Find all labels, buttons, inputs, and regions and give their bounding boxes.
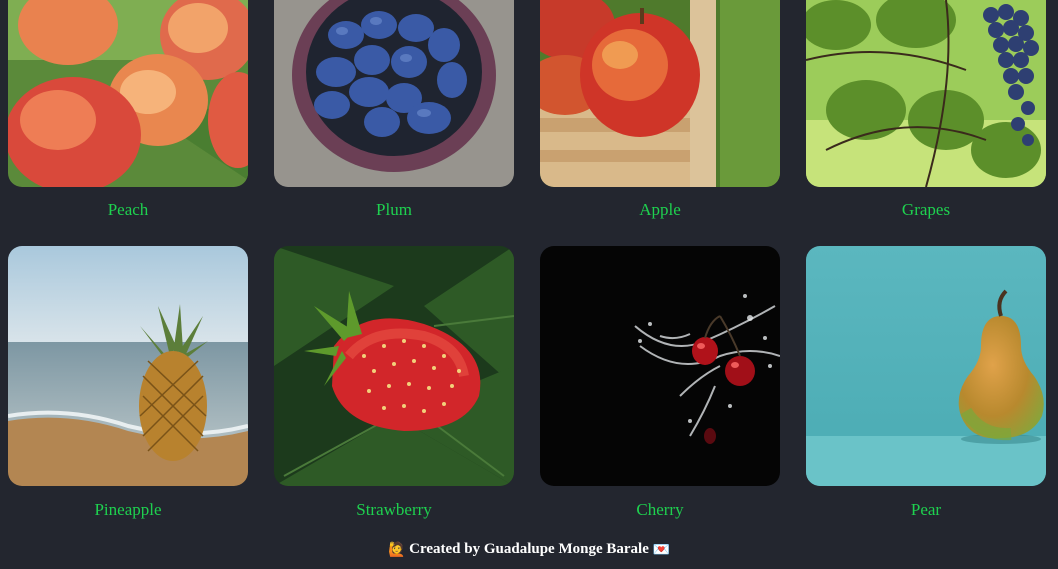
fruit-card-strawberry[interactable]: Strawberry: [274, 246, 514, 521]
fruit-card-peach[interactable]: Peach: [8, 0, 248, 246]
fruit-gallery: Peach Plum Apple Grapes Pineapple Strawb…: [8, 0, 1048, 521]
fruit-card-grapes[interactable]: Grapes: [806, 0, 1046, 246]
fruit-label: Cherry: [636, 500, 684, 519]
fruit-label: Plum: [376, 200, 412, 219]
fruit-card-apple[interactable]: Apple: [540, 0, 780, 246]
fruit-label: Grapes: [901, 200, 951, 219]
fruit-label: Pear: [910, 500, 942, 519]
fruit-label: Apple: [639, 200, 681, 219]
fruit-card-cherry[interactable]: Cherry: [540, 246, 780, 521]
pineapple-image[interactable]: [8, 246, 248, 486]
fruit-card-plum[interactable]: Plum: [274, 0, 514, 246]
fruit-card-pineapple[interactable]: Pineapple: [8, 246, 248, 521]
footer-credit: 🙋 Created by Guadalupe Monge Barale 💌: [0, 539, 1058, 560]
fruit-label: Pineapple: [94, 500, 162, 519]
footer-text: Created by Guadalupe Monge Barale: [409, 541, 649, 557]
apple-image[interactable]: [540, 0, 780, 187]
fruit-label: Strawberry: [356, 500, 432, 519]
strawberry-image[interactable]: [274, 246, 514, 486]
peach-image[interactable]: [8, 0, 248, 187]
fruit-label: Peach: [107, 200, 149, 219]
cherry-image[interactable]: [540, 246, 780, 486]
fruit-card-pear[interactable]: Pear: [806, 246, 1046, 521]
plum-image[interactable]: [274, 0, 514, 187]
person-raising-hand-icon: 🙋: [387, 542, 406, 558]
love-letter-icon: 💌: [652, 542, 671, 558]
grapes-image[interactable]: [806, 0, 1046, 187]
pear-image[interactable]: [806, 246, 1046, 486]
